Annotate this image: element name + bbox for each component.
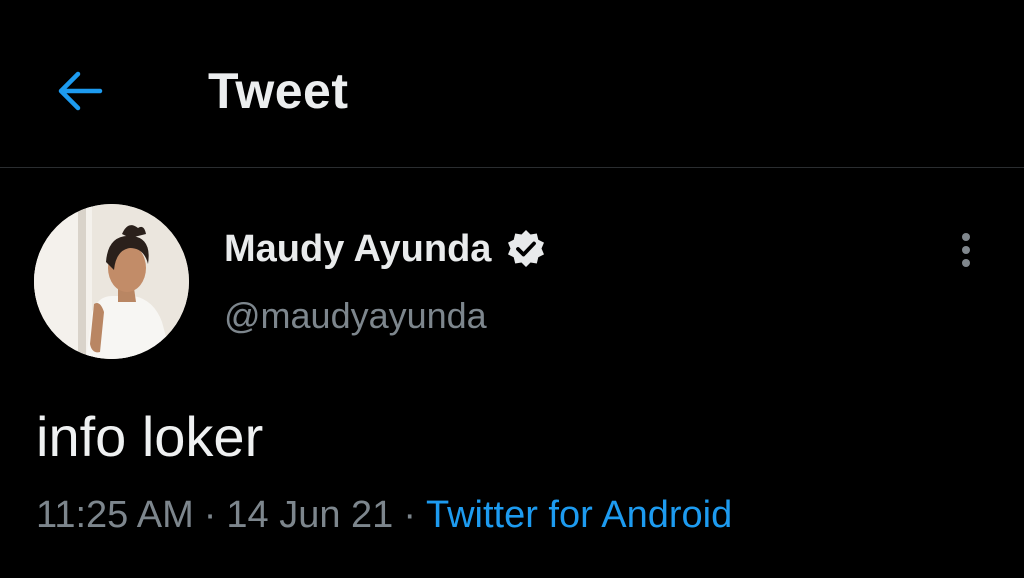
display-name[interactable]: Maudy Ayunda (224, 228, 491, 271)
tweet-source-link[interactable]: Twitter for Android (426, 494, 732, 536)
tweet-time: 11:25 AM (36, 494, 194, 536)
separator: · (203, 494, 217, 536)
more-options-button[interactable] (946, 226, 986, 274)
tweet-detail-screen: Tweet Maudy Ayunda @maudyayunda info lok… (0, 0, 1024, 578)
tweet-date: 14 Jun 21 (226, 494, 394, 536)
back-button[interactable] (50, 64, 108, 118)
page-title: Tweet (208, 63, 349, 119)
verified-badge-icon (505, 228, 547, 270)
separator: · (403, 494, 416, 536)
more-vertical-icon (962, 233, 970, 241)
tweet-text: info loker (36, 405, 264, 468)
tweet-metadata: 11:25 AM · 14 Jun 21 · Twitter for Android (36, 494, 732, 537)
user-handle[interactable]: @maudyayunda (224, 295, 487, 337)
more-vertical-icon-dot (962, 259, 970, 267)
more-vertical-icon-dot (962, 246, 970, 254)
avatar[interactable] (34, 204, 189, 359)
top-app-bar: Tweet (0, 0, 1024, 168)
arrow-left-icon (58, 71, 103, 111)
author-name-row[interactable]: Maudy Ayunda (224, 222, 547, 276)
profile-photo (34, 204, 189, 359)
